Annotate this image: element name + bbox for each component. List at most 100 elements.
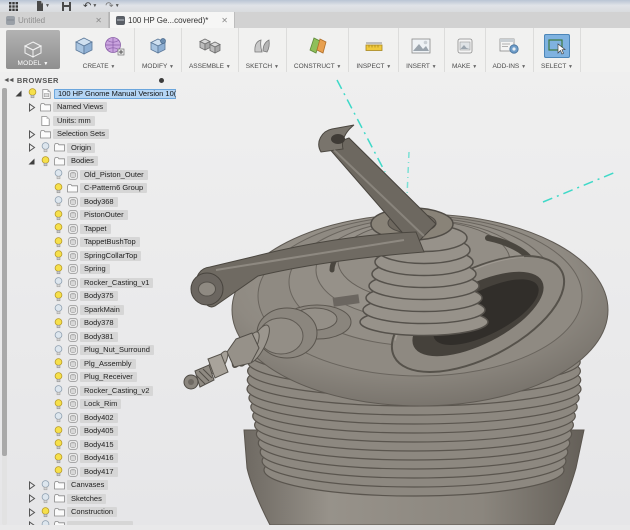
twist-collapsed-icon[interactable]	[25, 521, 38, 525]
app-grid-icon[interactable]	[0, 0, 26, 12]
select-icon[interactable]	[544, 34, 570, 58]
tree-row[interactable]: Body402	[8, 411, 176, 425]
twist-collapsed-icon[interactable]	[25, 143, 38, 152]
tree-item-label[interactable]: SparkMain	[80, 305, 124, 315]
tree-row[interactable]: Selection Sets	[8, 128, 176, 142]
visibility-bulb-off-icon[interactable]	[38, 480, 52, 491]
tree-item-label[interactable]: Body378	[80, 318, 118, 328]
close-tab-icon[interactable]: ✕	[221, 16, 228, 25]
tree-row[interactable]: Body378	[8, 317, 176, 331]
scrollbar-thumb[interactable]	[2, 88, 7, 456]
tree-row[interactable]: Sketches	[8, 492, 176, 506]
tree-row[interactable]: Lock_Rim	[8, 398, 176, 412]
tree-row[interactable]: C-Pattern6 Group	[8, 182, 176, 196]
ribbon-group-select[interactable]: SELECT ▼	[534, 28, 581, 72]
ribbon-group-addins[interactable]: ADD-INS ▼	[486, 28, 535, 72]
tree-row[interactable]: PistonOuter	[8, 209, 176, 223]
tree-row[interactable]: Tappet	[8, 222, 176, 236]
ribbon-group-assemble[interactable]: ASSEMBLE ▼	[182, 28, 239, 72]
new-file-caret-icon[interactable]: ▼	[45, 3, 50, 9]
tree-item-label[interactable]: Named Views	[53, 102, 107, 112]
tree-item-label[interactable]: Plug_Nut_Surround	[80, 345, 154, 355]
twist-collapsed-icon[interactable]	[25, 508, 38, 517]
visibility-bulb-on-icon[interactable]	[51, 439, 65, 450]
tree-row[interactable]: Construction	[8, 506, 176, 520]
ribbon-group-modify[interactable]: MODIFY ▼	[135, 28, 182, 72]
tree-row[interactable]: Body415	[8, 438, 176, 452]
tree-item-label[interactable]: Construction	[67, 507, 117, 517]
visibility-bulb-on-icon[interactable]	[51, 223, 65, 234]
ribbon-group-make[interactable]: MAKE ▼	[445, 28, 486, 72]
visibility-bulb-on-icon[interactable]	[51, 318, 65, 329]
collapse-panel-icon[interactable]: ◄◄	[3, 77, 13, 84]
insert-icon[interactable]	[408, 34, 434, 58]
workspace-model-button[interactable]: MODEL ▼	[6, 30, 60, 69]
tree-item-label[interactable]: Units: mm	[53, 116, 95, 126]
ribbon-group-construct[interactable]: CONSTRUCT ▼	[287, 28, 349, 72]
visibility-bulb-on-icon[interactable]	[51, 426, 65, 437]
tree-row[interactable]: Rocker_Casting_v2	[8, 384, 176, 398]
visibility-bulb-off-icon[interactable]	[51, 345, 65, 356]
tree-item-label[interactable]	[67, 521, 133, 525]
tree-row[interactable]: Units: mm	[8, 114, 176, 128]
tree-row[interactable]: SparkMain	[8, 303, 176, 317]
visibility-bulb-off-icon[interactable]	[51, 304, 65, 315]
twist-expanded-icon[interactable]	[25, 157, 38, 166]
modify-cube-icon[interactable]	[145, 34, 171, 58]
tree-item-label[interactable]: Plg_Assembly	[80, 359, 136, 369]
tree-item-label[interactable]: Selection Sets	[53, 129, 109, 139]
tree-row[interactable]: Plug_Nut_Surround	[8, 344, 176, 358]
twist-collapsed-icon[interactable]	[25, 494, 38, 503]
new-file-icon[interactable]	[36, 0, 44, 12]
visibility-bulb-on-icon[interactable]	[51, 264, 65, 275]
visibility-bulb-on-icon[interactable]	[51, 372, 65, 383]
tree-item-label[interactable]: Body381	[80, 332, 118, 342]
tree-row[interactable]: Plug_Receiver	[8, 371, 176, 385]
tree-item-label[interactable]: 100 HP Gnome Manual Version 10(...	[54, 89, 176, 99]
visibility-bulb-on-icon[interactable]	[38, 507, 52, 518]
addins-icon[interactable]	[496, 34, 522, 58]
visibility-bulb-off-icon[interactable]	[51, 196, 65, 207]
tree-item-label[interactable]: PistonOuter	[80, 210, 128, 220]
redo-icon[interactable]: ↷	[105, 0, 113, 12]
visibility-bulb-on-icon[interactable]	[51, 237, 65, 248]
ribbon-group-insert[interactable]: INSERT ▼	[399, 28, 444, 72]
save-icon[interactable]	[62, 0, 71, 12]
tree-item-label[interactable]: Body417	[80, 467, 118, 477]
tree-item-label[interactable]: Old_Piston_Outer	[80, 170, 148, 180]
ribbon-group-sketch[interactable]: SKETCH ▼	[239, 28, 287, 72]
visibility-bulb-off-icon[interactable]	[51, 169, 65, 180]
tab-100hp-gnome[interactable]: 100 HP Ge...covered)* ✕	[109, 12, 235, 29]
undo-caret-icon[interactable]: ▼	[92, 3, 97, 9]
twist-expanded-icon[interactable]	[12, 89, 25, 98]
tree-item-label[interactable]: Rocker_Casting_v1	[80, 278, 153, 288]
tree-item-label[interactable]: SpringCollarTop	[80, 251, 141, 261]
visibility-bulb-on-icon[interactable]	[51, 210, 65, 221]
tree-item-label[interactable]: Bodies	[67, 156, 98, 166]
visibility-bulb-on-icon[interactable]	[51, 358, 65, 369]
browser-scrollbar[interactable]	[2, 88, 7, 525]
tree-item-label[interactable]: Rocker_Casting_v2	[80, 386, 153, 396]
tree-item-label[interactable]: Body416	[80, 453, 118, 463]
visibility-bulb-on-icon[interactable]	[51, 466, 65, 477]
tree-item-label[interactable]: Body415	[80, 440, 118, 450]
tree-row[interactable]: Body375	[8, 290, 176, 304]
mesh-sphere-icon[interactable]	[101, 34, 127, 58]
tree-item-label[interactable]: Sketches	[67, 494, 106, 504]
tree-row[interactable]: Body417	[8, 465, 176, 479]
undo-icon[interactable]: ↶	[83, 0, 91, 12]
tree-row[interactable]: Body381	[8, 330, 176, 344]
tab-untitled[interactable]: Untitled ✕	[0, 12, 109, 28]
twist-collapsed-icon[interactable]	[25, 103, 38, 112]
visibility-bulb-off-icon[interactable]	[51, 331, 65, 342]
inspect-icon[interactable]	[361, 34, 387, 58]
create-cube-icon[interactable]	[71, 34, 97, 58]
ribbon-group-inspect[interactable]: INSPECT ▼	[349, 28, 399, 72]
tree-row[interactable]: Bodies	[8, 155, 176, 169]
construct-icon[interactable]	[305, 34, 331, 58]
visibility-bulb-off-icon[interactable]	[51, 277, 65, 288]
tree-item-label[interactable]: Origin	[67, 143, 95, 153]
assemble-icon[interactable]	[197, 34, 223, 58]
tree-row[interactable]: Canvases	[8, 479, 176, 493]
tree-item-label[interactable]: Body405	[80, 426, 118, 436]
